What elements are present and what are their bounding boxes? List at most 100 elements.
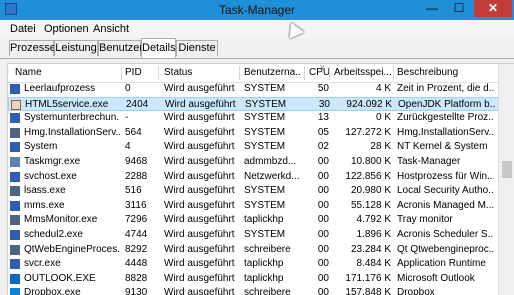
cell-name: HTML5service.exe [25,98,109,110]
table-row[interactable]: Systemunterbrechun... - Wird ausgeführt SYS… [8,111,514,125]
cell-name: Dropbox.exe [24,287,81,295]
table-row[interactable]: mms.exe 3116 Wird ausgeführt SYSTEM 00 55.128… [8,199,514,213]
cell-cpu: 00 [317,156,329,167]
menu-ansicht[interactable]: Ansicht [93,23,129,35]
sort-arrow-icon: ˅ [320,63,325,72]
menu-datei[interactable]: Datei [10,23,36,35]
cell-desc: Application Runtime [397,258,486,270]
table-row[interactable]: svcr.exe 4448 Wird ausgeführt taplickhp 00 8.… [8,257,514,271]
generic-process-icon [10,215,20,226]
cell-status: Wird ausgeführt [164,287,235,295]
col-memory-header[interactable]: Arbeitsspei... [334,67,391,81]
cell-name: QtWebEngineProces... [24,243,120,255]
col-status-header[interactable]: Status [164,67,234,81]
scroll-thumb[interactable] [502,161,512,178]
cell-pid: 516 [125,185,142,197]
cell-cpu: 00 [317,287,329,295]
cell-mem: 127.272 K [345,126,391,138]
cell-user: schreibere [244,287,291,295]
column-divider[interactable] [158,66,159,80]
cell-status: Wird ausgeführt [164,214,235,226]
tab-dienste[interactable]: Dienste [176,40,218,56]
cell-mem: 20.980 K [350,185,391,197]
table-row[interactable]: OUTLOOK.EXE 8828 Wird ausgeführt taplickhp 0… [8,272,514,286]
col-user-header[interactable]: Benutzerna... [244,67,301,81]
table-row[interactable]: System 4 Wird ausgeführt SYSTEM 02 28 K NT Ker… [8,140,514,154]
cell-mem: 4 K [375,83,391,94]
cell-user: SYSTEM [244,199,286,211]
cell-cpu: 00 [317,243,329,255]
column-divider[interactable] [393,66,394,80]
cell-user: SYSTEM [244,141,286,153]
cell-cpu: 00 [317,272,329,284]
col-name-header[interactable]: Name [15,67,115,81]
table-row[interactable]: lsass.exe 516 Wird ausgeführt SYSTEM 00 20.98… [8,184,514,198]
col-description-header[interactable]: Beschreibung [397,67,493,81]
table-row[interactable]: QtWebEngineProces... 8292 Wird ausgeführt s… [8,243,514,257]
cell-mem: 55.128 K [350,199,391,211]
cell-mem: 10.800 K [350,156,391,167]
cell-name: System [24,141,58,153]
close-button[interactable]: ✕ [474,0,512,17]
cell-desc: Acronis Managed M... [397,199,494,211]
cell-desc: Hmg.InstallationServ... [397,126,494,138]
generic-process-icon [10,259,20,270]
maximize-button[interactable]: ☐ [447,0,471,17]
generic-process-icon [10,113,20,124]
cell-pid: 9468 [125,156,148,167]
cell-desc: Hostprozess für Win... [397,170,494,182]
cell-user: SYSTEM [244,185,286,197]
cell-mem: 122.856 K [345,170,391,182]
table-row[interactable]: Leerlaufprozess 0 Wird ausgeführt SYSTEM 50 4… [8,82,514,96]
cell-mem: 8.484 K [356,258,391,270]
cell-pid: 2288 [125,170,148,182]
cell-user: admmbzd... [244,156,297,167]
cell-name: svchost.exe [24,170,77,182]
tab-leistung[interactable]: Leistung [54,40,98,56]
cell-user: SYSTEM [244,112,286,124]
outlook-icon [10,273,20,284]
cell-mem: 0 K [375,112,391,124]
column-divider[interactable] [239,66,240,80]
tab-strip: Prozesse Leistung Benutzer Details Diens… [0,38,514,59]
cell-status: Wird ausgeführt [164,243,235,255]
cell-desc: OpenJDK Platform b... [398,98,495,110]
cell-desc: Task-Manager [397,156,461,167]
table-row[interactable]: MmsMonitor.exe 7296 Wird ausgeführt taplick… [8,213,514,227]
table-row[interactable]: HTML5service.exe 2404 Wird ausgeführt SYSTE… [8,96,514,111]
tab-prozesse[interactable]: Prozesse [9,40,56,56]
cell-pid: 4744 [125,229,148,240]
generic-process-icon [10,186,20,197]
cell-cpu: 50 [317,83,329,94]
menu-optionen[interactable]: Optionen [44,23,89,35]
cell-user: Netzwerkd... [244,170,300,182]
cell-user: SYSTEM [244,83,286,94]
tab-benutzer[interactable]: Benutzer [98,40,143,56]
column-divider[interactable] [121,66,122,80]
col-pid-header[interactable]: PID [125,67,157,81]
vertical-scrollbar[interactable] [498,64,514,295]
table-row[interactable]: schedul2.exe 4744 Wird ausgeführt SYSTEM 00 1… [8,228,514,242]
cell-desc: Tray monitor [397,214,453,226]
cell-user: SYSTEM [244,126,286,138]
column-divider[interactable] [329,66,330,80]
table-row[interactable]: Taskmgr.exe 9468 Wird ausgeführt admmbzd...… [8,155,514,169]
menu-bar: Datei Optionen Ansicht [0,20,514,38]
table-header: Name PID Status Benutzerna... CPU ˅ Arbe… [8,64,514,83]
cell-desc: Acronis Scheduler S... [397,229,494,240]
minimize-button[interactable]: — [420,0,444,17]
cell-pid: 8828 [125,272,148,284]
table-row[interactable]: Dropbox.exe 9130 Wird ausgeführt schreibere… [8,286,514,295]
column-divider[interactable] [304,66,305,80]
cell-mem: 924.092 K [346,98,392,110]
table-row[interactable]: Hmg.InstallationServ... 564 Wird ausgeführ… [8,126,514,140]
cell-pid: 4448 [125,258,148,270]
cell-name: mms.exe [24,199,65,211]
cell-pid: - [125,112,129,124]
cell-pid: 4 [125,141,131,153]
table-row[interactable]: svchost.exe 2288 Wird ausgeführt Netzwerkd.… [8,170,514,184]
cell-pid: 8292 [125,243,148,255]
tab-details[interactable]: Details [141,38,176,58]
cell-user: SYSTEM [245,98,287,110]
cell-mem: 1.896 K [356,229,391,240]
